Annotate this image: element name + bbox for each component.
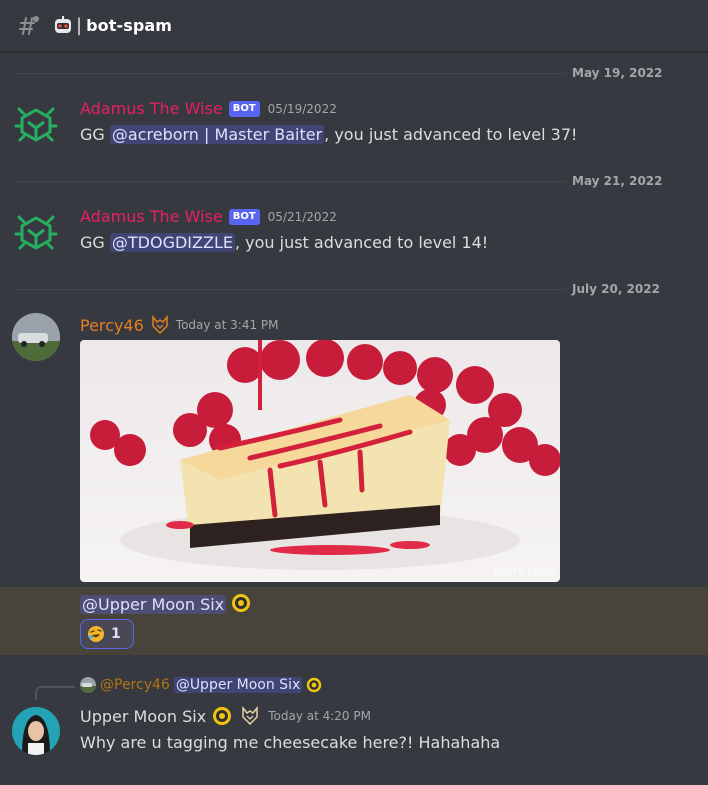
timestamp: 05/21/2022: [267, 209, 337, 224]
bot-tag: BOT: [228, 208, 260, 225]
reply-username[interactable]: @Percy46: [100, 677, 170, 693]
message-content: @Upper Moon Six: [80, 593, 251, 617]
message-text: , you just advanced to level 14!: [234, 233, 489, 252]
cheesecake-image[interactable]: FATTY FOOD: [80, 340, 560, 582]
timestamp: Today at 4:20 PM: [268, 709, 371, 723]
message-content: Why are u tagging me cheesecake here?! H…: [80, 733, 501, 752]
channel-name: bot-spam: [86, 16, 173, 35]
message-content: GG @TDOGDIZZLE, you just advanced to lev…: [80, 233, 488, 252]
bot-logo-icon[interactable]: [12, 100, 60, 148]
message-content: GG @acreborn | Master Baiter, you just a…: [80, 125, 577, 144]
date-divider-label: May 19, 2022: [566, 66, 669, 80]
moon-emoji-icon: [306, 677, 322, 693]
user-mention[interactable]: @TDOGDIZZLE: [109, 233, 235, 252]
reply-reference[interactable]: @Percy46 @Upper Moon Six: [80, 677, 322, 693]
date-divider: [16, 181, 656, 182]
wolf-badge-icon: [150, 315, 170, 335]
username[interactable]: Adamus The Wise: [80, 207, 223, 226]
image-watermark: FATTY FOOD: [494, 567, 556, 578]
username[interactable]: Percy46: [80, 316, 144, 335]
message-text: GG: [80, 125, 110, 144]
robot-face-icon: [52, 15, 74, 37]
reaction-button[interactable]: 1: [80, 619, 134, 649]
user-avatar[interactable]: [12, 707, 60, 755]
date-divider: [16, 289, 656, 290]
separator-bar: |: [76, 15, 83, 36]
bot-logo-icon[interactable]: [12, 208, 60, 256]
timestamp: Today at 3:41 PM: [175, 318, 279, 332]
message-text: , you just advanced to level 37!: [324, 125, 578, 144]
username[interactable]: Adamus The Wise: [80, 99, 223, 118]
moon-emoji-icon: [231, 593, 251, 617]
user-avatar[interactable]: [12, 313, 60, 361]
rolling-on-floor-laughing-icon: [87, 625, 105, 643]
reaction-count: 1: [111, 626, 121, 642]
date-divider-label: May 21, 2022: [566, 174, 669, 188]
date-divider: [16, 73, 656, 74]
user-mention[interactable]: @Upper Moon Six: [80, 595, 227, 614]
bot-tag: BOT: [228, 100, 260, 117]
user-mention[interactable]: @acreborn | Master Baiter: [109, 125, 325, 144]
username[interactable]: Upper Moon Six: [80, 707, 206, 726]
wolf-badge-icon: [240, 706, 260, 726]
thread-hash-icon: [19, 15, 39, 35]
reply-connector: [35, 686, 75, 700]
user-mention[interactable]: @Upper Moon Six: [173, 677, 303, 693]
date-divider-label: July 20, 2022: [566, 282, 666, 296]
reply-avatar: [80, 677, 96, 693]
message-text: GG: [80, 233, 110, 252]
timestamp: 05/19/2022: [267, 101, 337, 116]
moon-emoji-icon: [212, 706, 232, 726]
channel-header: | bot-spam: [0, 0, 708, 52]
